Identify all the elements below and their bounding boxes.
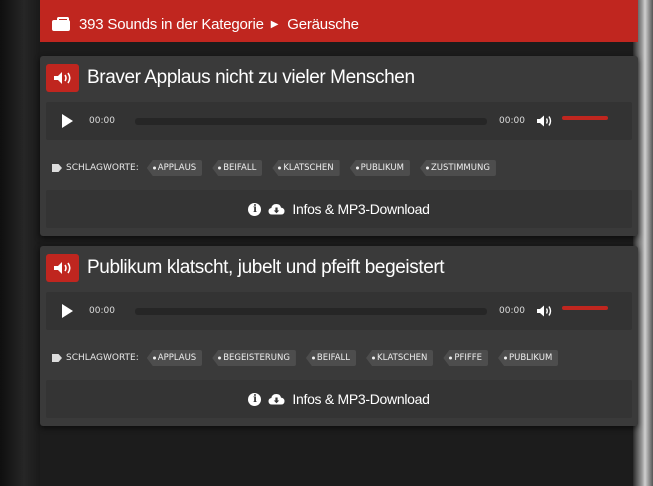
volume-slider[interactable] — [562, 116, 608, 120]
tags-label-text: SCHLAGWORTE: — [66, 353, 139, 363]
sound-title[interactable]: Publikum klatscht, jubelt und pfeift beg… — [87, 257, 445, 279]
sound-title-row: Publikum klatscht, jubelt und pfeift beg… — [46, 250, 632, 286]
audio-player: 00:00 00:00 — [46, 292, 632, 330]
tag-chip[interactable]: KLATSCHEN — [366, 350, 434, 366]
tag-chip[interactable]: ZUSTIMMUNG — [419, 160, 496, 176]
tag-chip[interactable]: BEIFALL — [212, 160, 263, 176]
info-icon: i — [248, 202, 262, 216]
content: 393 Sounds in der Kategorie ▶ Geräusche … — [40, 0, 638, 426]
tag-chip[interactable]: PUBLIKUM — [498, 350, 559, 366]
tag-list: SCHLAGWORTE: APPLAUS BEGEISTERUNG BEIFAL… — [46, 330, 632, 372]
tag-chip[interactable]: BEIFALL — [305, 350, 357, 366]
volume-icon[interactable] — [537, 305, 554, 317]
tag-list: SCHLAGWORTE: APPLAUS BEIFALL KLATSCHEN P… — [46, 140, 632, 182]
tag-icon — [52, 354, 62, 362]
tags-label-text: SCHLAGWORTE: — [66, 163, 139, 173]
category-bar: 393 Sounds in der Kategorie ▶ Geräusche — [40, 0, 638, 42]
category-name[interactable]: Geräusche — [287, 16, 359, 33]
download-label: Infos & MP3-Download — [292, 391, 430, 407]
sound-title[interactable]: Braver Applaus nicht zu vieler Menschen — [87, 67, 415, 89]
tags-label: SCHLAGWORTE: — [52, 353, 139, 363]
current-time: 00:00 — [89, 116, 115, 126]
duration: 00:00 — [499, 306, 525, 316]
sound-card: Publikum klatscht, jubelt und pfeift beg… — [40, 246, 638, 426]
briefcase-icon — [52, 17, 70, 31]
cloud-download-icon — [268, 203, 285, 215]
tag-chip[interactable]: KLATSCHEN — [272, 160, 340, 176]
tag-chip[interactable]: APPLAUS — [146, 350, 203, 366]
volume-slider[interactable] — [562, 306, 608, 310]
volume-icon[interactable] — [537, 115, 554, 127]
download-label: Infos & MP3-Download — [292, 201, 430, 217]
background-left — [0, 0, 40, 486]
tag-icon — [52, 164, 62, 172]
tags-label: SCHLAGWORTE: — [52, 163, 139, 173]
sound-title-row: Braver Applaus nicht zu vieler Menschen — [46, 60, 632, 96]
progress-bar[interactable] — [135, 307, 487, 315]
category-count: 393 Sounds in der Kategorie — [79, 15, 264, 33]
play-icon[interactable] — [62, 114, 73, 128]
progress-bar[interactable] — [135, 117, 487, 125]
tag-chip[interactable]: APPLAUS — [146, 160, 203, 176]
speaker-icon[interactable] — [46, 254, 79, 282]
caret-right-icon: ▶ — [270, 18, 279, 30]
play-icon[interactable] — [62, 304, 73, 318]
speaker-icon[interactable] — [46, 64, 79, 92]
cloud-download-icon — [268, 393, 285, 405]
tag-chip[interactable]: BEGEISTERUNG — [212, 350, 296, 366]
sound-card: Braver Applaus nicht zu vieler Menschen … — [40, 56, 638, 236]
duration: 00:00 — [499, 116, 525, 126]
download-button[interactable]: i Infos & MP3-Download — [46, 380, 632, 418]
tag-chip[interactable]: PUBLIKUM — [349, 160, 410, 176]
download-button[interactable]: i Infos & MP3-Download — [46, 190, 632, 228]
audio-player: 00:00 00:00 — [46, 102, 632, 140]
tag-chip[interactable]: PFIFFE — [443, 350, 488, 366]
info-icon: i — [248, 392, 262, 406]
current-time: 00:00 — [89, 306, 115, 316]
